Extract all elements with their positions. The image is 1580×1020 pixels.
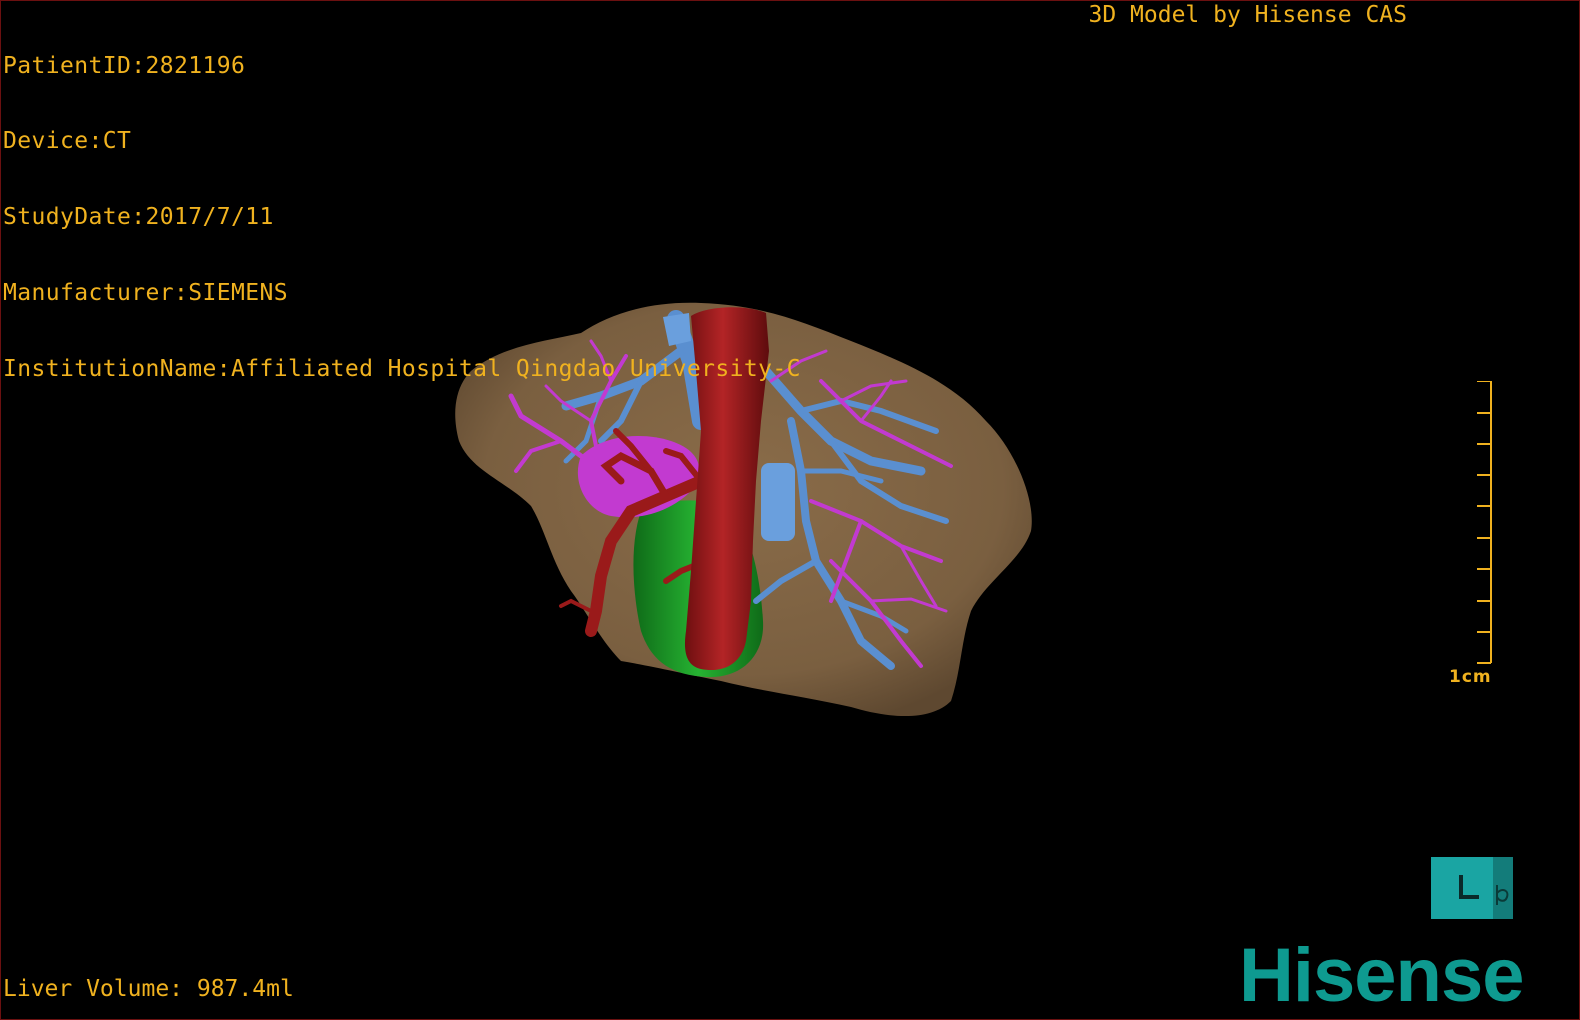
device: Device:CT <box>3 128 132 155</box>
model-credit: 3D Model by Hisense CAS <box>1088 2 1408 28</box>
study-date: StudyDate:2017/7/11 <box>3 204 274 231</box>
dicom-info: PatientID:2821196 Device:CT StudyDate:20… <box>3 3 801 433</box>
manufacturer: Manufacturer:SIEMENS <box>3 280 288 307</box>
orientation-cube-icon[interactable] <box>1431 857 1513 919</box>
scale-bar <box>1477 381 1492 664</box>
liver-volume: Liver Volume: 987.4ml <box>3 976 294 1002</box>
patient-id: PatientID:2821196 <box>3 52 246 79</box>
ivc-segment <box>761 463 795 541</box>
scale-bar-label: 1cm <box>1449 667 1492 687</box>
render-viewport[interactable]: PatientID:2821196 Device:CT StudyDate:20… <box>0 0 1580 1020</box>
svg-text:Hisense: Hisense <box>1239 933 1524 1013</box>
institution-name: InstitutionName:Affiliated Hospital Qing… <box>3 356 801 383</box>
hisense-logo: Hisense <box>1239 933 1525 1013</box>
